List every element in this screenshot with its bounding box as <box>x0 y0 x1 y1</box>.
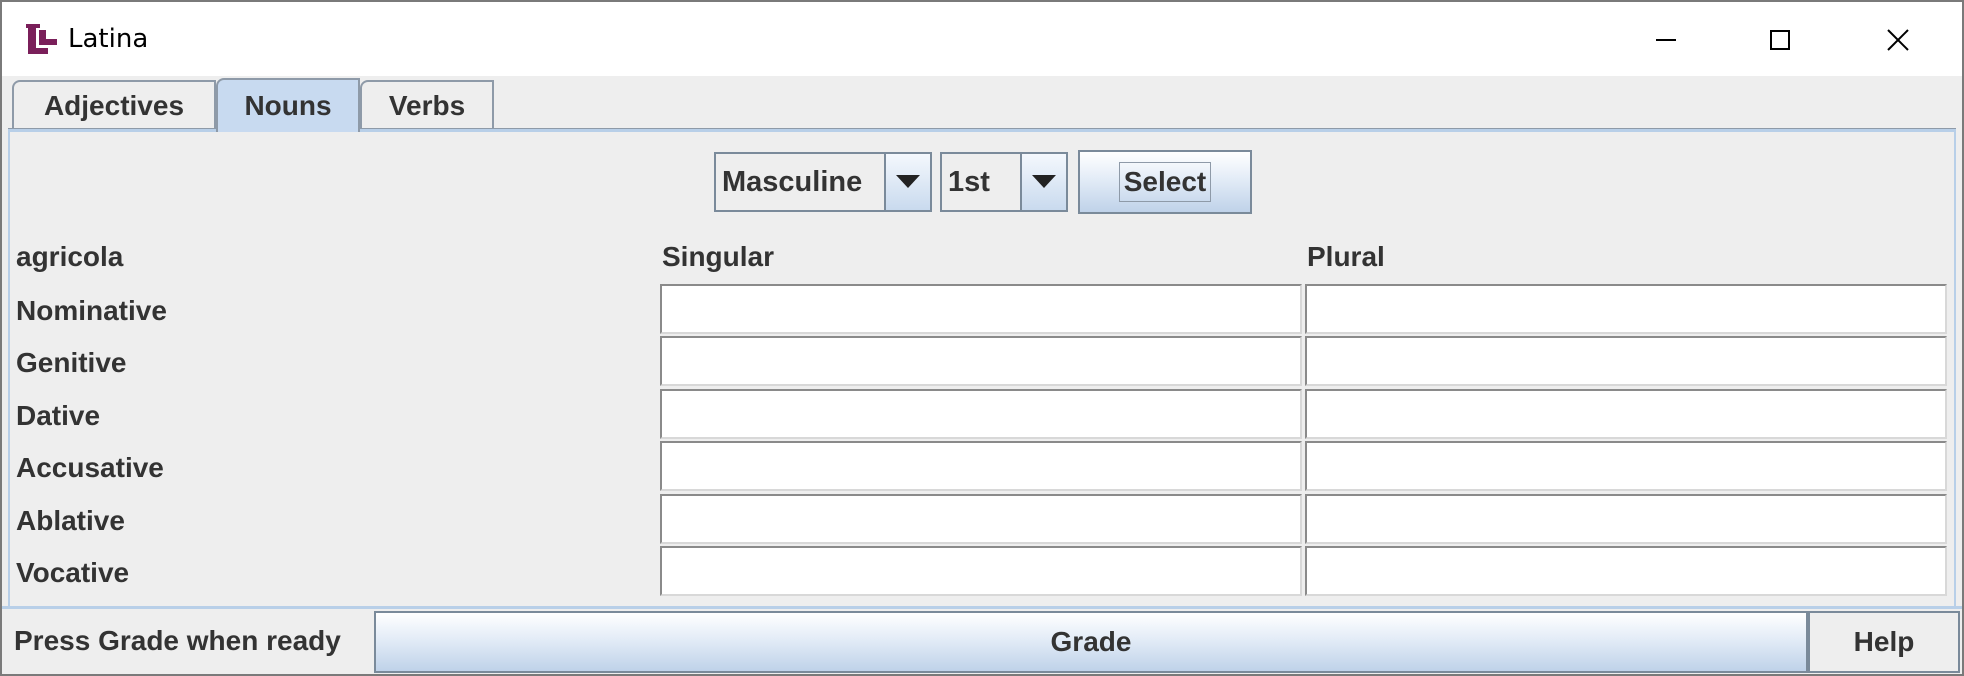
ablative-singular-input[interactable] <box>660 494 1302 544</box>
dative-plural-input[interactable] <box>1305 389 1947 439</box>
select-button[interactable]: Select <box>1078 150 1252 214</box>
chevron-down-icon[interactable] <box>884 154 930 210</box>
close-icon <box>1887 29 1909 51</box>
status-text: Press Grade when ready <box>14 625 341 656</box>
accusative-plural-input[interactable] <box>1305 441 1947 491</box>
declension-value: 1st <box>948 166 990 198</box>
minimize-icon <box>1656 39 1676 41</box>
case-label-ablative: Ablative <box>16 505 125 536</box>
case-label-genitive: Genitive <box>16 347 127 378</box>
genitive-plural-input[interactable] <box>1305 336 1947 386</box>
tab-label: Nouns <box>244 90 332 121</box>
genitive-singular-input[interactable] <box>660 336 1302 386</box>
nouns-panel: Masculine 1st Select agricola Singular P… <box>8 132 1956 606</box>
maximize-button[interactable] <box>1750 18 1810 62</box>
vocative-plural-input[interactable] <box>1305 546 1947 596</box>
window-title: Latina <box>68 24 149 54</box>
vocative-singular-input[interactable] <box>660 546 1302 596</box>
help-button-label: Help <box>1853 626 1915 657</box>
case-label-vocative: Vocative <box>16 557 130 588</box>
maximize-icon <box>1770 30 1790 50</box>
app-window: Latina Adjectives Nouns Verbs Masculine … <box>0 0 1964 676</box>
minimize-button[interactable] <box>1636 18 1696 62</box>
accusative-singular-input[interactable] <box>660 441 1302 491</box>
tab-label: Adjectives <box>43 90 185 121</box>
column-header-singular: Singular <box>662 241 775 272</box>
case-label-nominative: Nominative <box>16 295 167 326</box>
tab-adjectives[interactable]: Adjectives <box>12 80 216 130</box>
select-button-label: Select <box>1118 162 1212 202</box>
latina-logo-icon <box>26 24 57 54</box>
close-button[interactable] <box>1868 18 1928 62</box>
ablative-plural-input[interactable] <box>1305 494 1947 544</box>
grade-button-label: Grade <box>1050 626 1132 657</box>
case-label-accusative: Accusative <box>16 452 164 483</box>
status-bar: Press Grade when ready Grade Help <box>2 606 1962 674</box>
declension-dropdown[interactable]: 1st <box>940 152 1068 212</box>
column-header-plural: Plural <box>1307 241 1385 272</box>
nominative-singular-input[interactable] <box>660 284 1302 334</box>
help-button[interactable]: Help <box>1808 611 1960 673</box>
tab-verbs[interactable]: Verbs <box>360 80 494 130</box>
title-bar[interactable]: Latina <box>2 2 1962 76</box>
gender-value: Masculine <box>722 166 863 198</box>
noun-word: agricola <box>16 241 124 272</box>
gender-dropdown[interactable]: Masculine <box>714 152 932 212</box>
dative-singular-input[interactable] <box>660 389 1302 439</box>
tab-label: Verbs <box>388 90 466 121</box>
tab-strip: Adjectives Nouns Verbs <box>2 76 1962 132</box>
case-label-dative: Dative <box>16 400 101 431</box>
chevron-down-icon[interactable] <box>1020 154 1066 210</box>
nominative-plural-input[interactable] <box>1305 284 1947 334</box>
grade-button[interactable]: Grade <box>374 611 1808 673</box>
tab-nouns[interactable]: Nouns <box>216 78 360 132</box>
